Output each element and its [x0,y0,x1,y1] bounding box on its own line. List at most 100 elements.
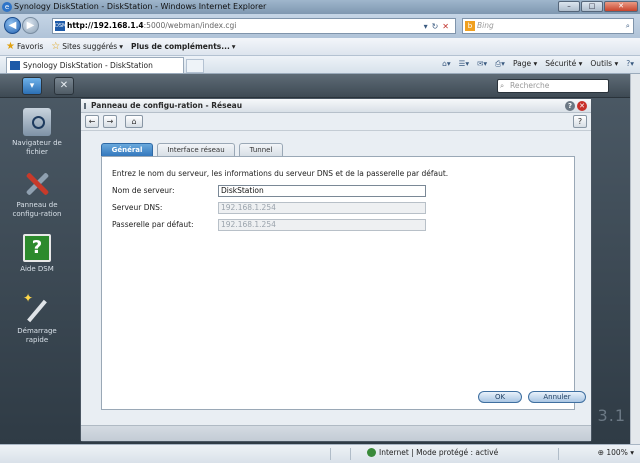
dsm-search-input[interactable]: ⌕ Recherche [497,79,609,93]
tab-general[interactable]: Général [101,143,153,157]
desktop-icon-label: Panneau de configu-ration [12,201,62,218]
tools-menu[interactable]: Outils ▾ [590,59,618,69]
server-name-label: Nom de serveur: [112,186,175,195]
security-zone-text: Internet | Mode protégé : activé [379,448,499,457]
mail-icon[interactable]: ✉▾ [477,59,487,69]
browser-tab-label: Synology DiskStation - DiskStation [23,61,153,70]
desktop-icon-file-browser[interactable]: Navigateur de fichier [8,108,66,157]
desktop-icon-control-panel[interactable]: Panneau de configu-ration [8,170,66,219]
favorites-bar: ★ Favoris ☆ Sites suggérés ▾ Plus de complé… [0,38,640,56]
search-icon: ⌕ [500,81,505,90]
back-button[interactable]: ◀ [4,17,21,34]
window-controls: – □ ✕ [558,1,638,12]
dialog-toolbar: ← → ⌂ ? [81,113,591,131]
server-name-input[interactable]: DiskStation [218,185,426,197]
dsm-taskbar: ▾ ✕ ⌕ Recherche [0,74,630,98]
dns-server-input: 192.168.1.254 [218,202,426,214]
refresh-icon[interactable]: ↻ [432,22,443,31]
new-tab-button[interactable] [186,59,204,73]
address-toolbar: ◀ ▶ DSM http://192.168.1.4:5000/webman/i… [0,14,640,38]
help-menu-label: ? [626,59,631,68]
file-browser-icon [23,108,51,136]
desktop-icon-label: Aide DSM [20,265,54,273]
tab-network-interface[interactable]: Interface réseau [157,143,235,156]
window-titlebar: e Synology DiskStation - DiskStation - W… [0,0,640,14]
forward-button[interactable]: ▶ [22,17,39,34]
back-arrow-icon[interactable]: ← [85,115,99,128]
desktop-icon-quick-start[interactable]: Démarrage rapide [8,294,66,345]
window-title: Synology DiskStation - DiskStation - Win… [14,2,267,11]
question-icon[interactable]: ? [573,115,587,128]
chevron-down-icon: ▾ [119,42,123,51]
cancel-button[interactable]: Annuler [528,391,586,403]
desktop-icon-label: Démarrage rapide [17,327,57,344]
network-settings-window: Panneau de configu-ration - Réseau ? ✕ ←… [80,98,592,442]
url-path: :5000/webman/index.cgi [143,21,237,30]
site-favicon-icon: DSM [55,21,67,31]
help-menu[interactable]: ?▾ [626,59,634,69]
quick-start-icon [23,294,51,324]
page-menu-label: Page [512,59,532,68]
page-scrollbar[interactable] [630,74,640,444]
tools-menu-label: Outils [590,59,613,68]
feeds-icon[interactable]: ☰▾ [459,59,470,69]
safety-menu-label: Sécurité [545,59,577,68]
dialog-title: Panneau de configu-ration - Réseau [91,101,243,110]
gateway-input: 192.168.1.254 [218,219,426,231]
help-icon: ? [23,234,51,262]
dialog-close-icon[interactable]: ✕ [577,101,587,111]
add-favorite-icon: ☆ [51,41,61,52]
zoom-icon: ⊕ [597,448,604,457]
status-divider [330,448,331,460]
favorites-label: Favoris [16,42,44,51]
panel-description: Entrez le nom du serveur, les informatio… [112,169,449,178]
maximize-button[interactable]: □ [581,1,603,12]
grip-icon [84,103,88,109]
status-bar: Internet | Mode protégé : activé ⊕ 100% … [0,444,640,463]
page-menu[interactable]: Page ▾ [513,59,537,69]
zoom-control[interactable]: ⊕ 100% ▾ [598,448,634,457]
bing-icon: b [465,21,475,31]
zoom-level: 100% [606,448,628,457]
status-divider [558,448,559,460]
close-window-button[interactable]: ✕ [604,1,638,12]
search-icon[interactable]: ⌕ [626,19,630,33]
ok-button[interactable]: OK [478,391,522,403]
print-icon[interactable]: ⎙▾ [495,59,505,69]
compat-icon[interactable]: ▾ [424,22,432,31]
home-icon[interactable]: ⌂▾ [442,59,451,69]
forward-arrow-icon[interactable]: → [103,115,117,128]
suggested-sites-label: Sites suggérés [62,42,118,51]
dns-server-label: Serveur DNS: [112,203,163,212]
control-panel-icon [23,170,51,198]
status-divider [350,448,351,460]
dsm-desktop: ▾ ✕ ⌕ Recherche Navigateur de fichier Pa… [0,74,630,444]
stop-icon[interactable]: ✕ [442,22,453,31]
browser-tab-dsm[interactable]: Synology DiskStation - DiskStation [6,57,184,73]
desktop-icon-dsm-help[interactable]: ? Aide DSM [8,234,66,274]
search-input[interactable]: b Bing ⌕ [462,18,634,34]
more-addons-link[interactable]: Plus de compléments... ▾ [131,42,236,51]
desktop-icon-label: Navigateur de fichier [12,139,62,156]
dsm-search-placeholder: Recherche [510,81,550,90]
main-menu-button[interactable]: ▾ [22,77,42,95]
safety-menu[interactable]: Sécurité ▾ [545,59,582,69]
url-input[interactable]: DSM http://192.168.1.4:5000/webman/index… [52,18,456,34]
globe-icon [367,448,376,457]
home-icon[interactable]: ⌂ [125,115,143,128]
star-icon: ★ [6,41,15,52]
url-tools: ▾↻✕ [424,20,453,34]
browser-tab-bar: Synology DiskStation - DiskStation ⌂▾ ☰▾… [0,56,640,74]
dialog-titlebar[interactable]: Panneau de configu-ration - Réseau ? ✕ [81,99,591,113]
favorites-button[interactable]: ★ Favoris [6,41,43,52]
ie-logo-icon: e [2,2,12,12]
search-placeholder: Bing [477,21,494,30]
control-panel-taskbar-button[interactable]: ✕ [54,77,74,95]
suggested-sites-link[interactable]: ☆ Sites suggérés ▾ [51,41,123,52]
minimize-button[interactable]: – [558,1,580,12]
chevron-down-icon: ▾ [231,42,236,51]
tab-favicon-icon [10,61,20,70]
security-zone[interactable]: Internet | Mode protégé : activé [367,448,498,457]
tab-tunnel[interactable]: Tunnel [239,143,283,156]
dialog-help-icon[interactable]: ? [565,101,575,111]
